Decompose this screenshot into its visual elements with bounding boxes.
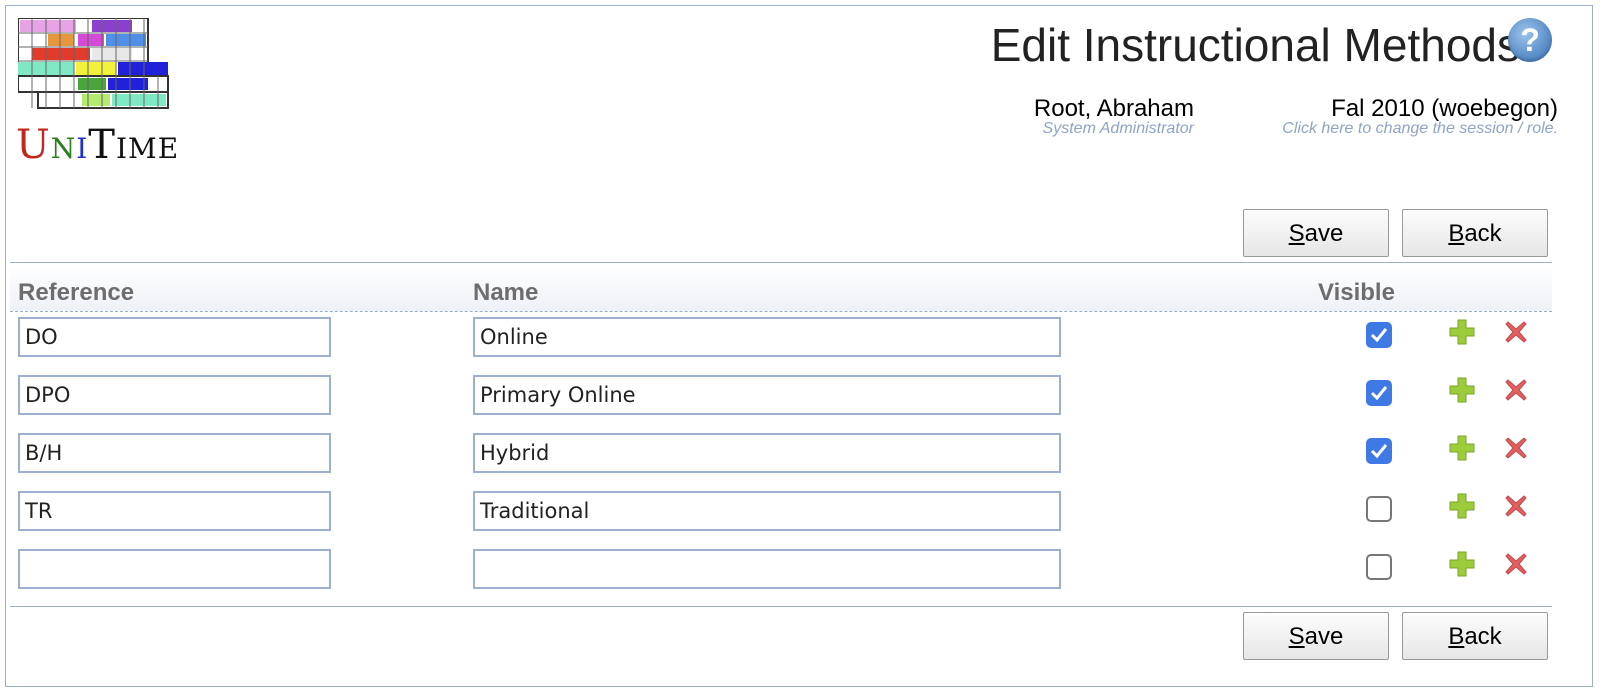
- divider-top: [10, 262, 1552, 263]
- back-button-top[interactable]: Back: [1402, 209, 1548, 257]
- delete-icon[interactable]: [1504, 552, 1528, 576]
- name-input[interactable]: Online: [473, 317, 1061, 357]
- unitime-logo[interactable]: UNITIME: [16, 18, 180, 178]
- add-icon[interactable]: [1449, 319, 1475, 345]
- visible-checkbox[interactable]: [1366, 380, 1392, 406]
- add-icon[interactable]: [1449, 551, 1475, 577]
- table-header: Reference Name Visible: [10, 265, 1552, 312]
- save-button-bottom[interactable]: Save: [1243, 612, 1389, 660]
- delete-icon[interactable]: [1504, 320, 1528, 344]
- column-reference: Reference: [18, 279, 135, 306]
- table-row: DO Online: [0, 317, 1600, 363]
- reference-input[interactable]: [18, 549, 331, 589]
- save-button-top[interactable]: Save: [1243, 209, 1389, 257]
- visible-checkbox[interactable]: [1366, 322, 1392, 348]
- visible-checkbox[interactable]: [1366, 496, 1392, 522]
- visible-checkbox[interactable]: [1366, 438, 1392, 464]
- reference-input[interactable]: DPO: [18, 375, 331, 415]
- delete-icon[interactable]: [1504, 436, 1528, 460]
- add-icon[interactable]: [1449, 493, 1475, 519]
- user-name: Root, Abraham: [1033, 95, 1194, 122]
- user-role: System Administrator: [1042, 120, 1194, 137]
- help-icon[interactable]: ?: [1508, 18, 1552, 62]
- back-button-bottom[interactable]: Back: [1402, 612, 1548, 660]
- name-input[interactable]: [473, 549, 1061, 589]
- column-name: Name: [473, 279, 539, 306]
- user-info[interactable]: Root, Abraham System Administrator: [1034, 95, 1194, 138]
- name-input[interactable]: Hybrid: [473, 433, 1061, 473]
- name-input[interactable]: Traditional: [473, 491, 1061, 531]
- table-row: TR Traditional: [0, 491, 1600, 537]
- table-row: DPO Primary Online: [0, 375, 1600, 421]
- session-name: Fal 2010 (woebegon): [1331, 95, 1558, 122]
- session-hint: Click here to change the session / role.: [1282, 120, 1558, 137]
- session-info[interactable]: Fal 2010 (woebegon) Click here to change…: [1282, 95, 1558, 138]
- visible-checkbox[interactable]: [1366, 554, 1392, 580]
- column-visible: Visible: [1318, 279, 1395, 306]
- add-icon[interactable]: [1449, 435, 1475, 461]
- delete-icon[interactable]: [1504, 378, 1528, 402]
- logo-wordmark: UNITIME: [16, 122, 180, 168]
- page-title: Edit Instructional Methods: [990, 19, 1520, 71]
- logo-grid-icon: [18, 18, 169, 109]
- reference-input[interactable]: B/H: [18, 433, 331, 473]
- reference-input[interactable]: DO: [18, 317, 331, 357]
- table-row: [0, 549, 1600, 595]
- table-row: B/H Hybrid: [0, 433, 1600, 479]
- reference-input[interactable]: TR: [18, 491, 331, 531]
- add-icon[interactable]: [1449, 377, 1475, 403]
- name-input[interactable]: Primary Online: [473, 375, 1061, 415]
- divider-bottom: [10, 606, 1552, 607]
- delete-icon[interactable]: [1504, 494, 1528, 518]
